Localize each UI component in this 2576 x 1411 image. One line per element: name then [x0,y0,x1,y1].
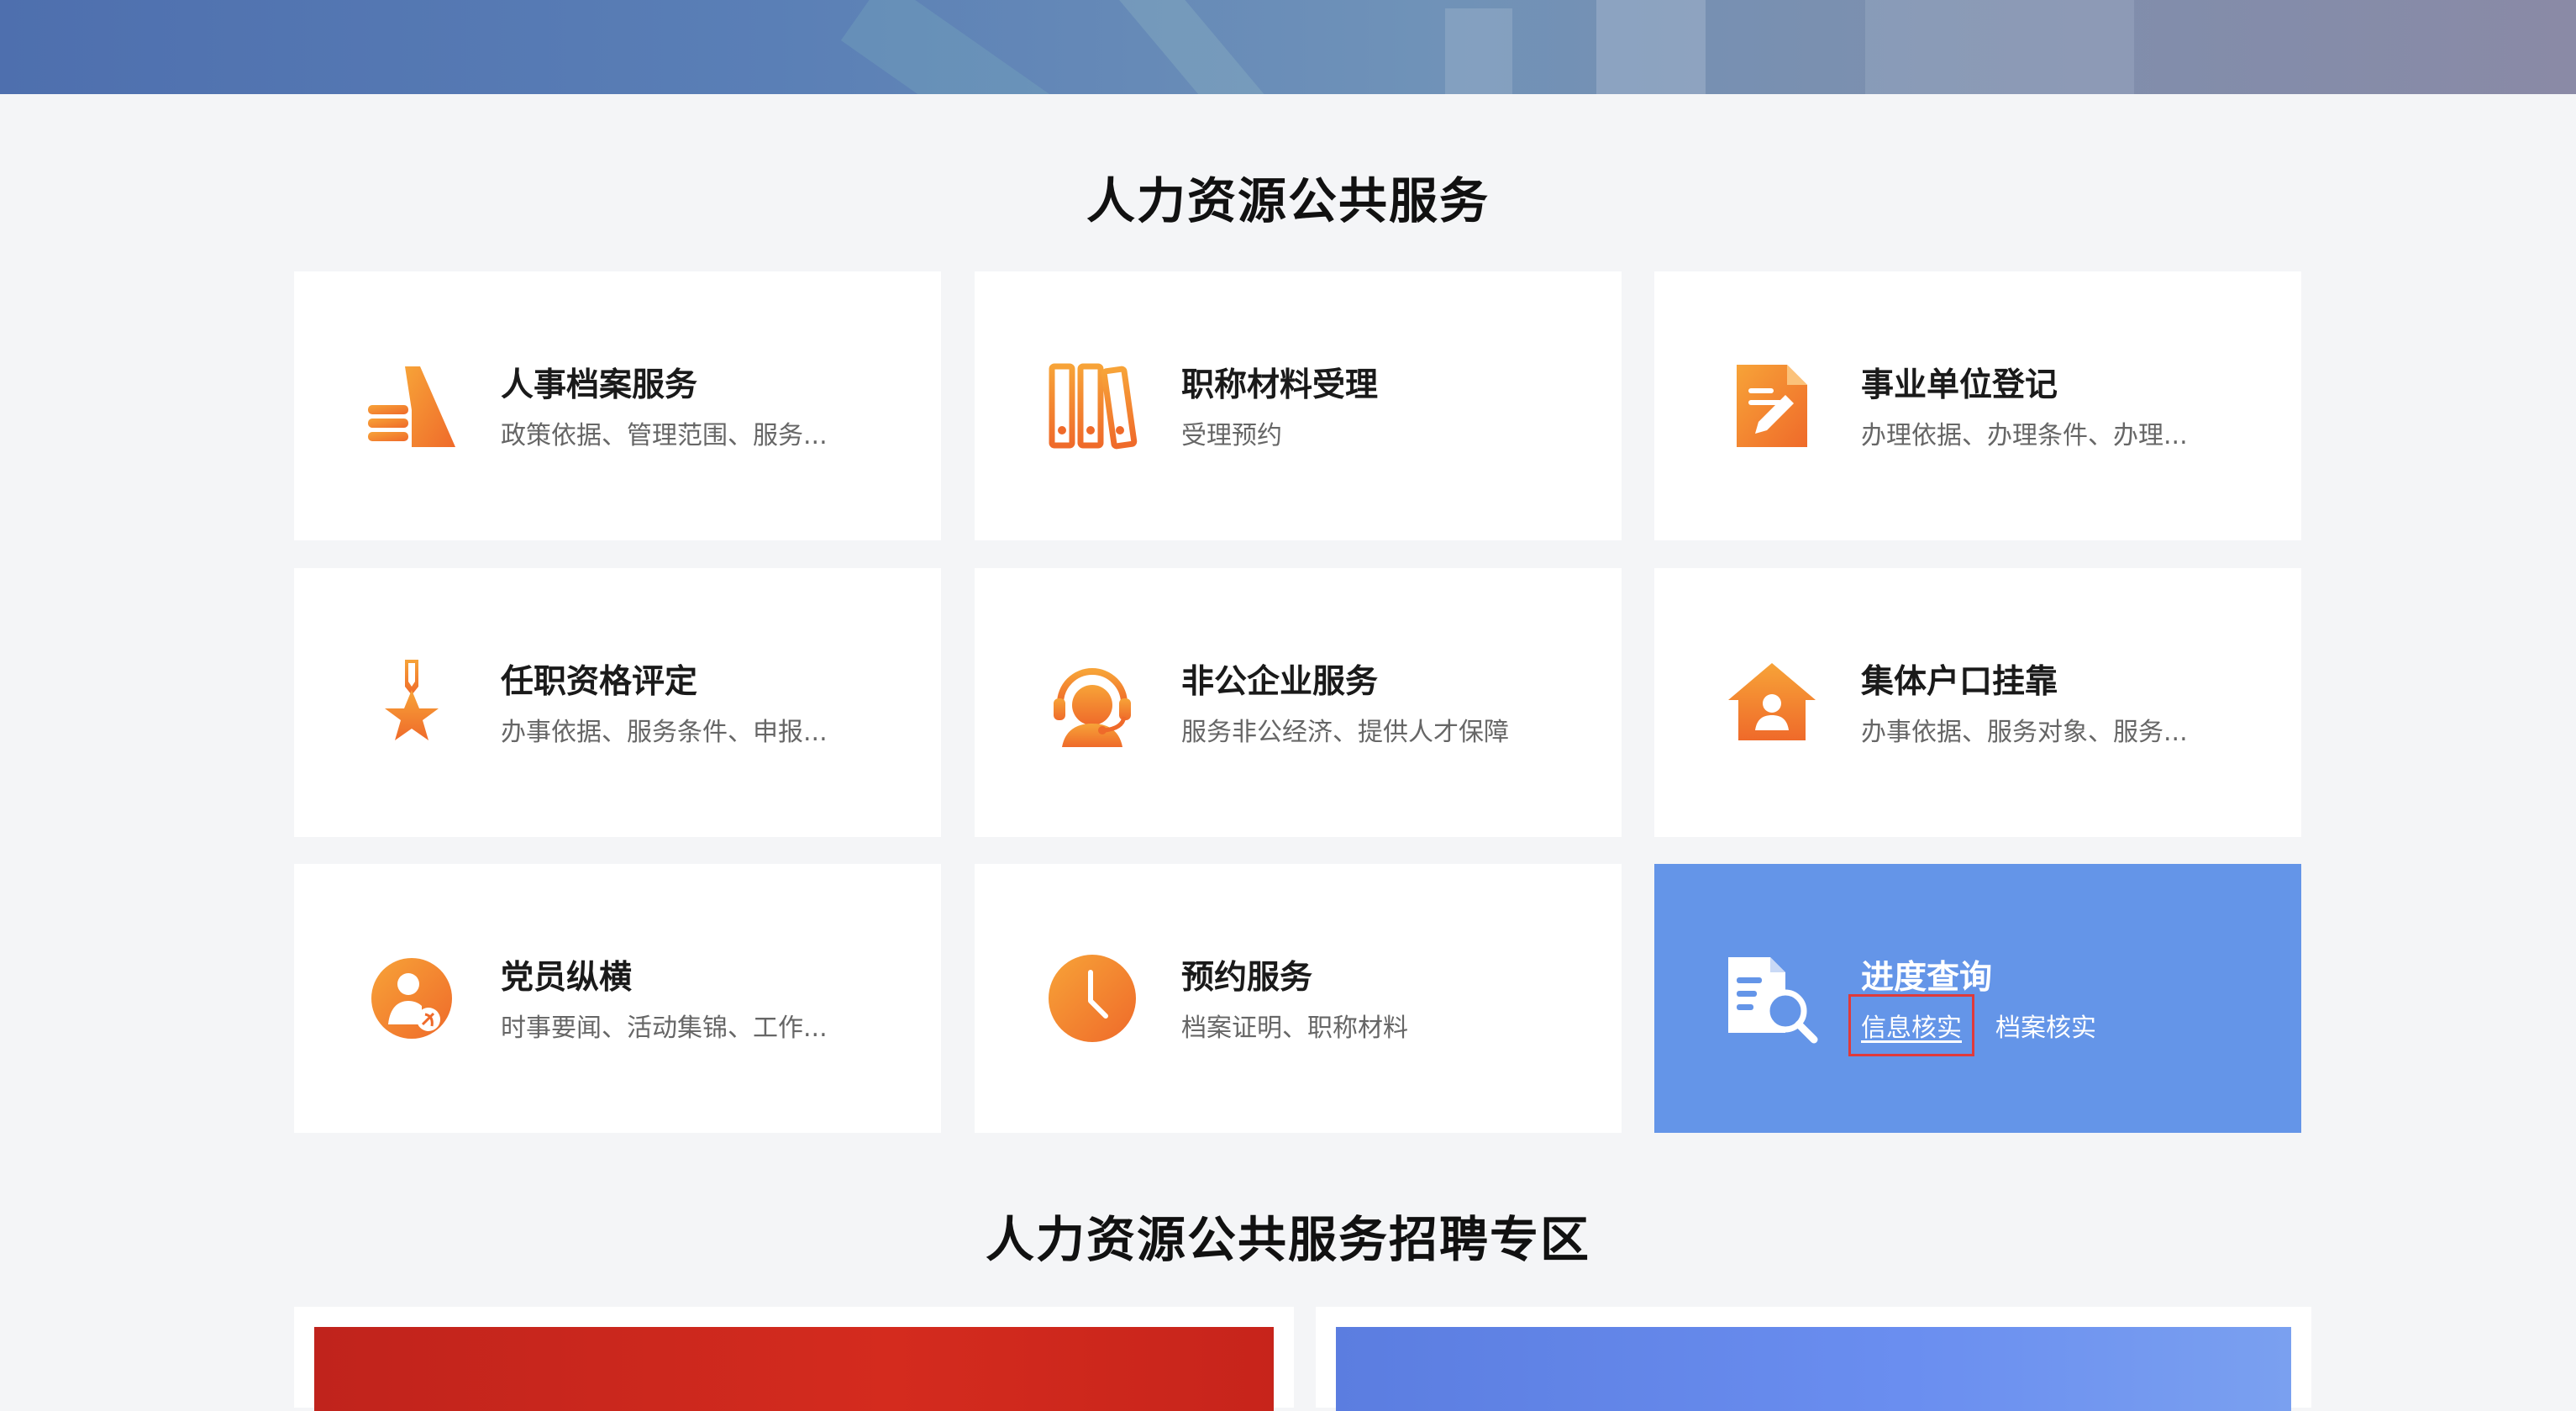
document-search-icon [1722,952,1822,1045]
recruitment-banner-left[interactable] [294,1307,1294,1411]
card-desc: 时事要闻、活动集锦、工作... [501,1013,828,1043]
recruitment-section-title: 人力资源公共服务招聘专区 [985,1211,1590,1268]
link-archive-verification[interactable]: 档案核实 [1995,1007,2096,1044]
party-member-icon [361,952,462,1045]
document-edit-icon [1722,360,1822,452]
card-party-member[interactable]: 党员纵横 时事要闻、活动集锦、工作... [294,864,941,1133]
card-title: 非公企业服务 [1181,663,1379,701]
card-qualification-assessment[interactable]: 任职资格评定 办事依据、服务条件、申报... [294,568,941,837]
card-desc: 办事依据、服务对象、服务... [1861,718,2188,747]
thumbs-up-icon [361,360,462,452]
card-title: 人事档案服务 [501,366,698,404]
card-personnel-archive[interactable]: 人事档案服务 政策依据、管理范围、服务... [294,271,941,540]
card-desc: 受理预约 [1181,421,1282,450]
card-desc: 政策依据、管理范围、服务... [501,421,828,450]
card-title: 进度查询 [1861,959,1993,997]
link-info-verification[interactable]: 信息核实 [1848,994,1974,1056]
recruitment-banner-right[interactable] [1316,1307,2311,1411]
card-title: 职称材料受理 [1181,366,1379,404]
headset-support-icon [1042,656,1143,749]
card-title: 预约服务 [1181,959,1313,997]
services-section-title: 人力资源公共服务 [1086,172,1490,229]
top-banner [0,0,2576,94]
clock-icon [1042,952,1143,1045]
banner-image [314,1327,1274,1411]
card-appointment[interactable]: 预约服务 档案证明、职称材料 [975,864,1622,1133]
card-title: 党员纵横 [501,959,633,997]
card-title: 集体户口挂靠 [1861,663,2058,701]
card-desc: 办事依据、服务条件、申报... [501,718,828,747]
card-title: 事业单位登记 [1861,366,2058,404]
card-private-enterprise[interactable]: 非公企业服务 服务非公经济、提供人才保障 [975,568,1622,837]
card-title-materials[interactable]: 职称材料受理 受理预约 [975,271,1622,540]
card-desc: 服务非公经济、提供人才保障 [1181,718,1509,747]
card-desc: 办理依据、办理条件、办理... [1861,421,2188,450]
card-title: 任职资格评定 [501,663,698,701]
binders-icon [1042,360,1143,452]
card-institution-registration[interactable]: 事业单位登记 办理依据、办理条件、办理... [1654,271,2301,540]
banner-image [1336,1327,2291,1411]
progress-links: 信息核实 档案核实 [1848,994,2096,1056]
card-collective-household[interactable]: 集体户口挂靠 办事依据、服务对象、服务... [1654,568,2301,837]
house-person-icon [1722,656,1822,749]
card-desc: 档案证明、职称材料 [1181,1013,1408,1043]
card-progress-query[interactable]: 进度查询 信息核实 档案核实 [1654,864,2301,1133]
medal-star-icon [361,656,462,749]
